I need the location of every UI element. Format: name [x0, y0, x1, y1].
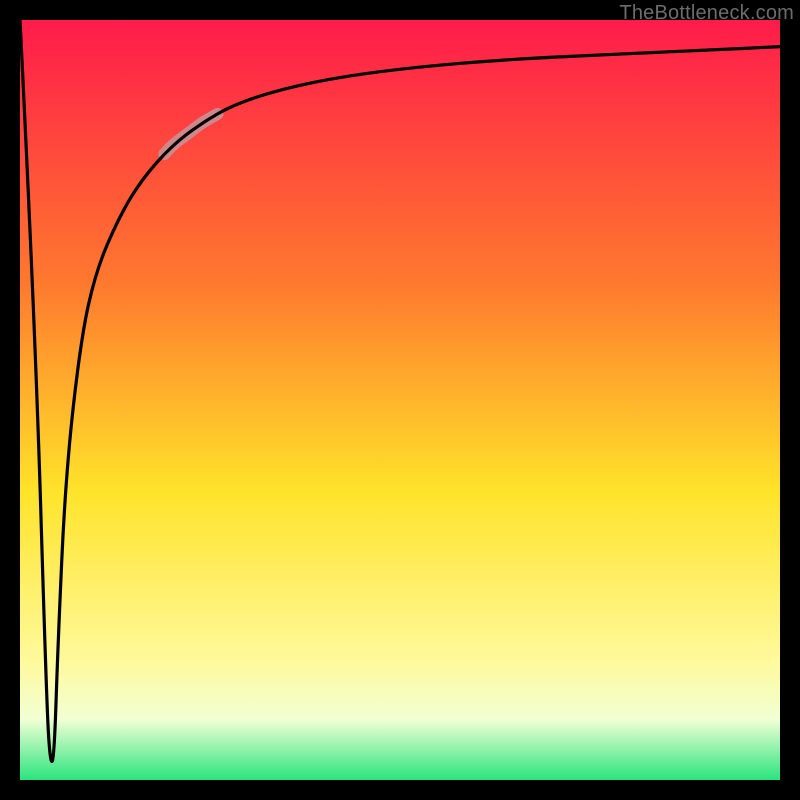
plot-svg — [20, 20, 780, 780]
plot-area — [20, 20, 780, 780]
attribution-text: TheBottleneck.com — [619, 2, 794, 25]
gradient-background — [20, 20, 780, 780]
chart-frame: TheBottleneck.com — [0, 0, 800, 800]
